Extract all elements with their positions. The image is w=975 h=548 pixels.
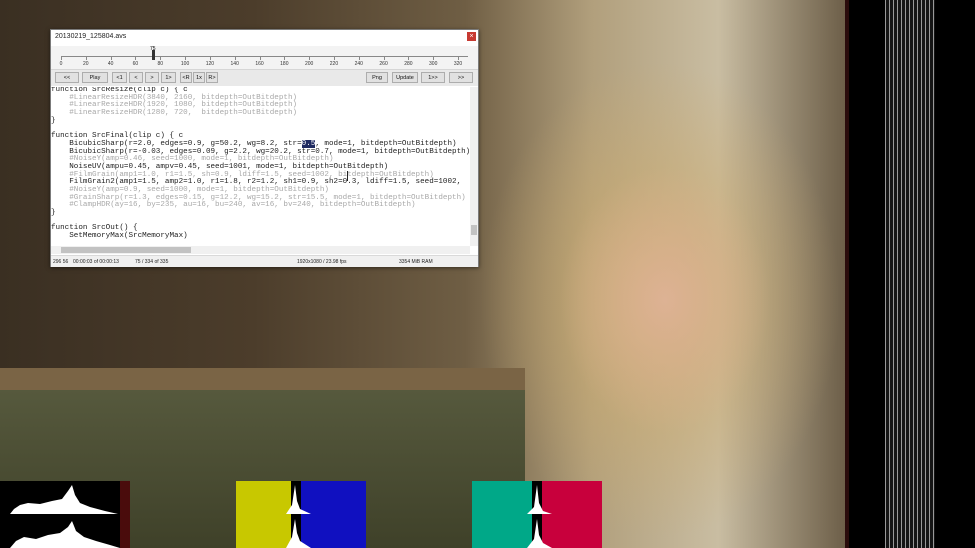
timeline-tick-label: 240 [354,61,363,67]
update-button[interactable]: Update [392,72,418,83]
video-shelf [0,368,525,390]
waveform-edge [845,0,849,548]
timeline-tick [284,57,286,60]
prev-frame-button[interactable]: < [129,72,143,83]
timeline-tick [185,57,187,60]
selected-text: 0.5 [301,139,316,148]
timeline-tick-label: 20 [83,61,89,67]
timeline-slider[interactable]: 75 0 20 40 60 80 100 120 140 160 180 200 220 240 260 2… [51,46,478,70]
timeline-tick [383,57,385,60]
luma-histogram-top [0,481,130,514]
prev-key-button[interactable]: <1 [112,72,127,83]
timeline-tick-label: 100 [180,61,190,67]
timeline-tick-label: 60 [132,61,139,67]
next-frame-button[interactable]: > [145,72,159,83]
first-frame-button[interactable]: << [55,72,79,83]
status-memory: 3354 MiB RAM [399,259,433,265]
timeline-tick [160,57,162,60]
timeline-tick-label: 320 [453,61,463,67]
timeline-tick-label: 180 [280,61,289,67]
timeline-tick-label: 300 [429,61,438,67]
waveform-panel [845,0,975,548]
status-time: 00:00:03 of 00:00:13 [73,259,119,265]
timeline-track [61,56,468,57]
uv-histogram-2 [472,481,602,548]
timeline-tick-label: 160 [255,61,264,67]
timeline-tick [309,57,311,60]
timeline-tick-label: 40 [107,61,114,67]
timeline-tick-label: 0 [59,61,63,67]
forward-button[interactable]: R> [206,72,218,83]
timeline-tick-label: 200 [304,61,314,67]
horizontal-scrollbar[interactable] [51,246,470,254]
code-line[interactable]: SetMemoryMax(SrcMemoryMax) [51,232,469,241]
timeline-tick-label: 80 [157,61,164,67]
script-editor[interactable]: function SrcResize(clip c) { c #LinearRe… [51,87,469,255]
toolbar: << Play <1 < > 1> <R 1x R> Png Update 1>… [51,70,478,86]
vertical-scroll-thumb[interactable] [471,225,477,235]
skip-button[interactable]: 1>> [421,72,445,83]
timeline-tick [358,57,360,60]
timeline-tick [234,57,236,60]
next-key-button[interactable]: 1> [161,72,176,83]
speed-1x-button[interactable]: 1x [193,72,205,83]
timeline-thumb[interactable] [152,50,155,60]
timeline-tick [408,57,410,60]
timeline-tick [259,57,261,60]
timeline-tick [135,57,137,60]
histogram-edge [120,481,130,548]
vertical-scrollbar[interactable] [470,87,478,246]
hist-yellow-band [236,481,291,548]
timeline-tick [209,57,211,60]
uv-histogram [236,481,366,548]
rewind-button[interactable]: <R [180,72,192,83]
timeline-tick-label: 220 [329,61,339,67]
timeline-tick [61,57,62,60]
window-title: 20130219_125804.avs [55,33,127,40]
png-button[interactable]: Png [366,72,388,83]
play-button[interactable]: Play [82,72,108,83]
status-coords: 296 56 [53,259,69,265]
luma-histogram-bottom [0,515,130,548]
code-line[interactable]: } [51,117,469,126]
timeline-tick [433,57,435,60]
timeline-tick-label: 120 [205,61,215,67]
last-frame-button[interactable]: >> [449,72,473,83]
waveform-trace [885,0,935,548]
title-bar[interactable]: 20130219_125804.avs × [51,30,478,46]
script-editor-window[interactable]: 20130219_125804.avs × 75 0 20 40 60 80 100 120… [50,29,479,267]
timeline-tick-label: 140 [230,61,239,67]
timeline-tick [333,57,335,60]
status-frame: 75 / 334 of 335 [135,259,169,265]
timeline-tick [458,57,459,60]
luma-histogram [0,481,130,548]
timeline-tick [85,57,87,60]
close-icon[interactable]: × [467,32,476,41]
timeline-tick [110,57,112,60]
code-comment-line[interactable]: #LinearResizeHDR(1280, 720, bitdepth=Out… [51,109,469,118]
status-bar: 296 56 00:00:03 of 00:00:13 75 / 334 of … [51,255,478,267]
text-cursor [347,171,348,181]
hist-teal-band [472,481,532,548]
horizontal-scroll-thumb[interactable] [61,247,191,253]
timeline-tick-label: 280 [404,61,413,67]
code-comment-line[interactable]: #ClampHDR(ay=16, by=235, au=16, bu=240, … [51,202,469,210]
code-line[interactable]: } [51,209,469,218]
timeline-tick-label: 260 [379,61,388,67]
status-format: 1920x1080 / 23.98 fps [297,259,347,265]
